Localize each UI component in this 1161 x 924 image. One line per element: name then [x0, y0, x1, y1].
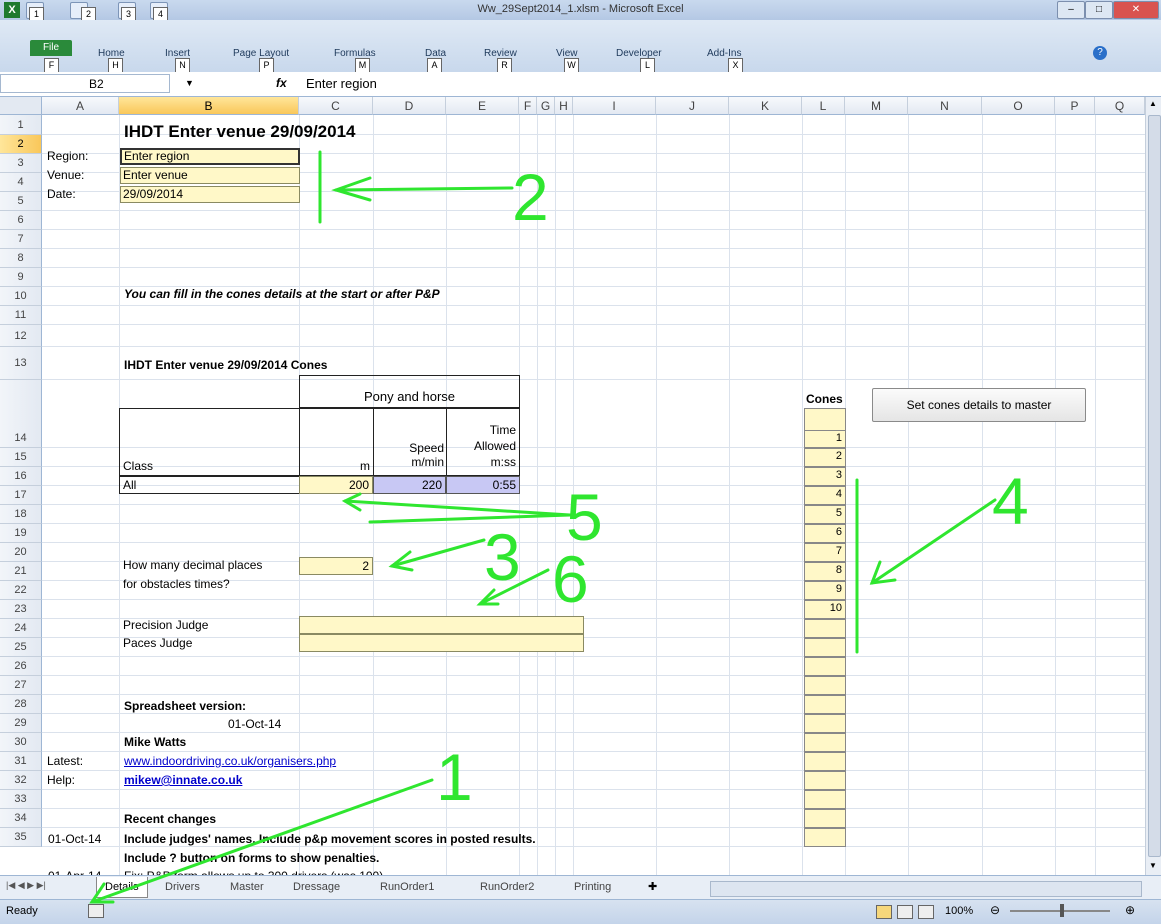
annotation-arrow-1: [90, 778, 434, 904]
annotation-arrow-4: [870, 498, 997, 585]
annotation-label-6: 6: [552, 542, 589, 616]
annotation-arrow-2: [334, 186, 514, 192]
annotation-label-4: 4: [992, 464, 1029, 538]
annotation-label-3: 3: [484, 520, 521, 594]
annotation-label-2: 2: [512, 160, 549, 234]
annotation-overlay: 2 5 3 6 4 1: [89, 150, 1029, 904]
annotation-arrow-5b: [368, 513, 572, 524]
annotation-arrow-5: [343, 499, 572, 517]
annotation-arrow-3: [390, 538, 486, 568]
annotation-label-1: 1: [436, 740, 473, 814]
